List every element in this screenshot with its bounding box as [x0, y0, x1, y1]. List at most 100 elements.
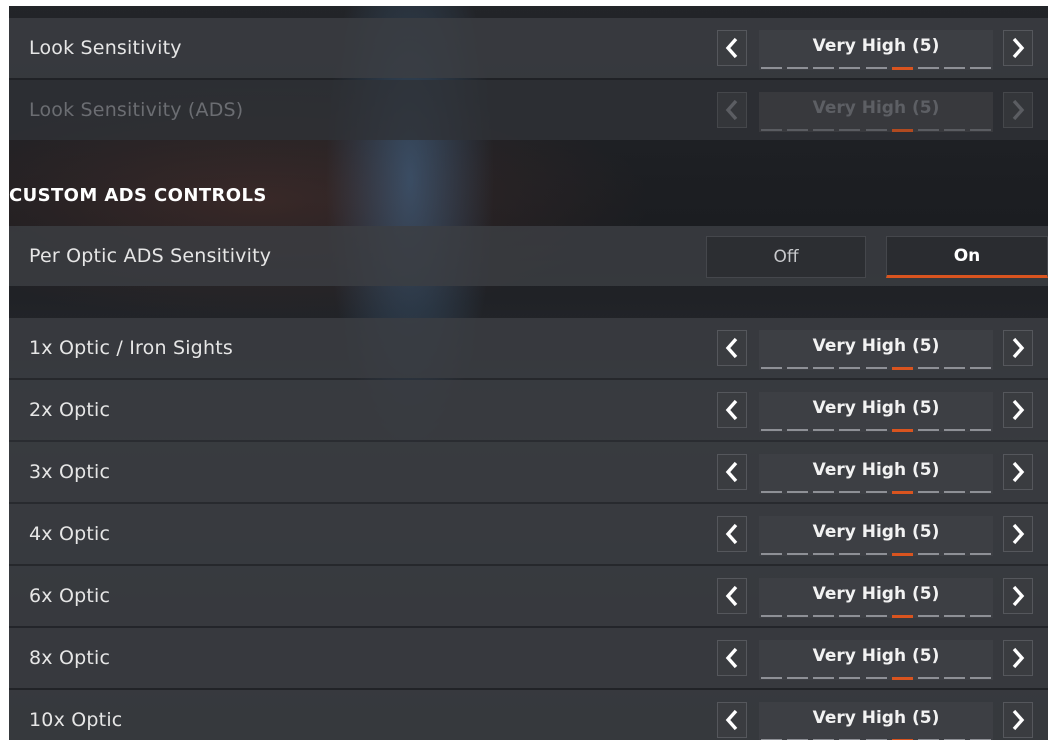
level-tick [813, 129, 835, 131]
increase-button[interactable] [1003, 640, 1033, 676]
level-tick [839, 367, 861, 369]
setting-row-per-optic-ads: Per Optic ADS Sensitivity Off On [9, 226, 1048, 286]
decrease-button[interactable] [717, 578, 747, 614]
increase-button[interactable] [1003, 516, 1033, 552]
toggle-on-button[interactable]: On [886, 236, 1048, 278]
level-tick [761, 677, 782, 679]
level-tick [813, 615, 835, 617]
decrease-button[interactable] [717, 392, 747, 428]
level-tick [865, 67, 887, 69]
level-tick [917, 67, 939, 69]
level-tick [970, 615, 991, 617]
decrease-button[interactable] [717, 640, 747, 676]
chevron-left-icon [725, 585, 738, 607]
level-tick [787, 677, 809, 679]
level-tick [761, 429, 782, 431]
setting-label: 8x Optic [29, 647, 111, 669]
value-display: Very High (5) [759, 640, 993, 680]
level-tick [761, 553, 782, 555]
value-display: Very High (5) [759, 702, 993, 740]
level-ticks [759, 491, 993, 494]
increase-button[interactable] [1003, 702, 1033, 738]
level-tick [917, 677, 939, 679]
increase-button[interactable] [1003, 392, 1033, 428]
value-text: Very High (5) [812, 460, 940, 480]
chevron-right-icon [1012, 337, 1025, 359]
setting-label: Look Sensitivity (ADS) [29, 99, 244, 121]
increase-button[interactable] [1003, 578, 1033, 614]
level-tick [943, 491, 965, 493]
setting-row-optic: 3x Optic Very High (5) [9, 442, 1048, 502]
value-text: Very High (5) [812, 708, 940, 728]
setting-label: 1x Optic / Iron Sights [29, 337, 233, 359]
chevron-left-icon [725, 37, 738, 59]
level-tick [865, 553, 887, 555]
level-tick [787, 429, 809, 431]
level-tick-active [891, 615, 913, 618]
decrease-button[interactable] [717, 330, 747, 366]
level-tick [970, 553, 991, 555]
chevron-left-icon [725, 337, 738, 359]
decrease-button[interactable] [717, 454, 747, 490]
level-tick [865, 491, 887, 493]
level-tick [787, 553, 809, 555]
decrease-button[interactable] [717, 30, 747, 66]
increase-button [1003, 92, 1033, 128]
setting-label: 10x Optic [29, 709, 123, 731]
frame-edge-left [0, 0, 9, 740]
setting-row-optic: 10x Optic Very High (5) [9, 690, 1048, 740]
level-tick [970, 129, 991, 131]
level-tick [865, 677, 887, 679]
level-ticks [759, 429, 993, 432]
increase-button[interactable] [1003, 454, 1033, 490]
value-text: Very High (5) [812, 336, 940, 356]
level-tick-active [891, 677, 913, 680]
chevron-right-icon [1012, 99, 1025, 121]
value-display: Very High (5) [759, 30, 993, 70]
level-tick [813, 553, 835, 555]
decrease-button [717, 92, 747, 128]
chevron-right-icon [1012, 523, 1025, 545]
value-display: Very High (5) [759, 516, 993, 556]
decrease-button[interactable] [717, 702, 747, 738]
level-tick [839, 615, 861, 617]
level-tick [839, 429, 861, 431]
level-tick-active [891, 553, 913, 556]
level-tick [943, 677, 965, 679]
chevron-right-icon [1012, 37, 1025, 59]
level-tick [917, 367, 939, 369]
setting-row-look-sensitivity-ads: Look Sensitivity (ADS) Very High (5) [9, 80, 1048, 140]
level-ticks [759, 615, 993, 618]
level-tick [813, 67, 835, 69]
level-tick [761, 129, 782, 131]
level-tick [865, 429, 887, 431]
level-tick [839, 553, 861, 555]
level-tick-active [891, 67, 913, 70]
level-tick [970, 429, 991, 431]
level-tick [813, 367, 835, 369]
setting-row-look-sensitivity: Look Sensitivity Very High (5) [9, 18, 1048, 78]
chevron-left-icon [725, 647, 738, 669]
decrease-button[interactable] [717, 516, 747, 552]
toggle-off-button[interactable]: Off [706, 236, 866, 278]
level-tick [943, 367, 965, 369]
level-tick [865, 367, 887, 369]
setting-row-optic: 6x Optic Very High (5) [9, 566, 1048, 626]
setting-label: 4x Optic [29, 523, 111, 545]
level-ticks [759, 129, 993, 132]
setting-row-optic: 4x Optic Very High (5) [9, 504, 1048, 564]
setting-row-optic: 1x Optic / Iron Sights Very High (5) [9, 318, 1048, 378]
value-display: Very High (5) [759, 330, 993, 370]
level-tick [917, 615, 939, 617]
increase-button[interactable] [1003, 30, 1033, 66]
chevron-left-icon [725, 399, 738, 421]
level-tick-active [891, 429, 913, 432]
section-header-custom-ads: CUSTOM ADS CONTROLS [9, 185, 267, 206]
value-text: Very High (5) [812, 398, 940, 418]
value-text: Very High (5) [812, 646, 940, 666]
increase-button[interactable] [1003, 330, 1033, 366]
chevron-right-icon [1012, 461, 1025, 483]
level-tick [970, 367, 991, 369]
level-tick [839, 677, 861, 679]
level-tick [970, 677, 991, 679]
